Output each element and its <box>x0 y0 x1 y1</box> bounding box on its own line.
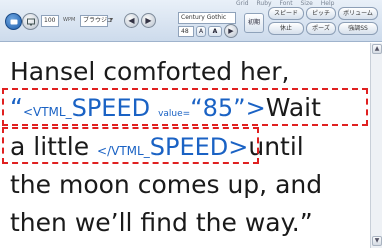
scroll-down-arrow-icon[interactable]: ▼ <box>372 236 382 246</box>
forward-button[interactable]: ▶ <box>141 13 156 28</box>
text-line-5: then we’ll find the way.” <box>10 208 313 237</box>
chevron-down-icon[interactable]: ▾ <box>110 16 113 23</box>
pause-button[interactable]: ポーズ <box>306 22 336 35</box>
menu-item[interactable]: Ruby <box>257 0 272 7</box>
pitch-button[interactable]: ピッチ <box>306 7 336 20</box>
speak-button[interactable] <box>5 13 22 30</box>
back-button[interactable]: ◀ <box>124 13 139 28</box>
rest-button[interactable]: 休止 <box>268 22 304 35</box>
monitor-icon <box>26 18 35 25</box>
menu-item[interactable]: Grid <box>236 0 249 7</box>
menu-item[interactable]: Help <box>321 0 335 7</box>
style-select[interactable]: ブラウジュ <box>80 15 113 27</box>
menu-item[interactable]: Font <box>280 0 293 7</box>
speed-button[interactable]: スピード <box>268 7 304 20</box>
zoom-select[interactable]: 100 <box>41 15 59 27</box>
arrow-left-icon: ◀ <box>128 15 135 25</box>
zoom-unit-label: WPM <box>63 17 76 23</box>
highlight-box-close-tag <box>2 127 259 164</box>
play-button[interactable]: ▶ <box>224 24 238 38</box>
font-select[interactable]: Century Gothic <box>178 12 236 24</box>
speaker-icon <box>10 19 17 24</box>
text-line-1: Hansel comforted her, <box>10 57 290 86</box>
volume-button[interactable]: ボリューム <box>338 7 378 20</box>
vertical-scrollbar[interactable]: ▲ ▼ <box>370 43 382 248</box>
scroll-up-arrow-icon[interactable]: ▲ <box>372 44 382 54</box>
arrow-right-icon: ▶ <box>145 15 152 25</box>
monitor-button[interactable] <box>22 13 39 30</box>
highlight-box-open-tag <box>2 88 368 126</box>
toolbar: Grid Ruby Font Size Help 100 WPM ブラウジュ ▾… <box>0 0 382 42</box>
menu-item[interactable]: Size <box>301 0 313 7</box>
reset-button[interactable]: 初期 <box>244 13 264 33</box>
shrink-font-button[interactable]: A <box>196 26 206 37</box>
emphasis-button[interactable]: 強調SS <box>338 22 378 35</box>
play-icon: ▶ <box>228 26 234 35</box>
editor-document[interactable]: Hansel comforted her, “<VTML_SPEED value… <box>0 43 370 248</box>
text-line-4: the moon comes up, and <box>10 170 323 199</box>
grow-font-button[interactable]: A <box>208 26 222 37</box>
font-size-select[interactable]: 48 <box>178 26 194 37</box>
